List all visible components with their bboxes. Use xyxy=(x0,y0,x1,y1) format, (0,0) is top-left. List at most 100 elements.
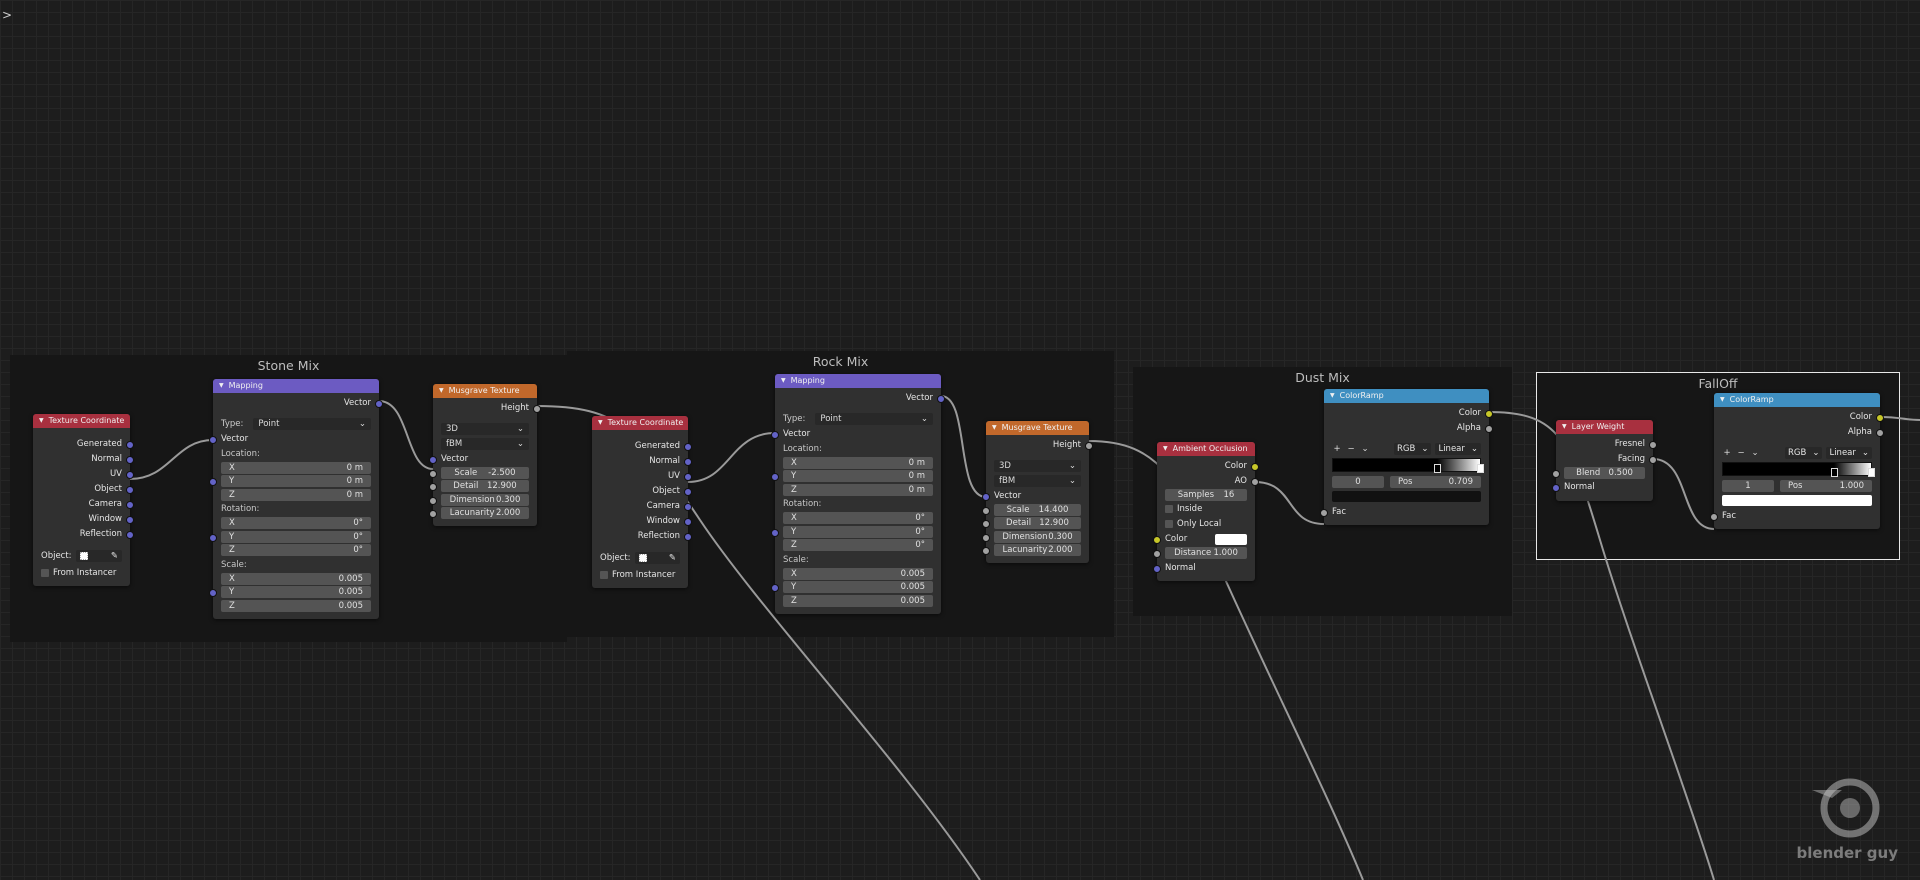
number-field[interactable]: X 0° xyxy=(783,512,933,525)
colorramp-node[interactable]: ▼ ColorRamp Color Alpha + − ⌄ RGB ⌄ Linear ⌄ 0 Pos 0.… xyxy=(1320,389,1493,525)
add-stop-button[interactable]: + xyxy=(1332,444,1342,454)
float-socket[interactable] xyxy=(982,547,990,556)
vector-socket[interactable] xyxy=(684,532,692,541)
collapse-arrow-icon[interactable]: ▼ xyxy=(992,424,997,431)
number-field[interactable]: Samples 16 xyxy=(1165,488,1247,501)
checkbox-row[interactable]: Inside xyxy=(1157,502,1255,517)
vector-socket[interactable] xyxy=(126,515,134,524)
collapse-arrow-icon[interactable]: ▼ xyxy=(1562,423,1567,430)
dropdown[interactable]: fBM ⌄ xyxy=(441,437,529,450)
vector-socket[interactable] xyxy=(126,530,134,539)
stop-index-field[interactable]: 1 xyxy=(1722,479,1774,492)
vector-socket[interactable] xyxy=(126,500,134,509)
number-field[interactable]: Lacunarity 2.000 xyxy=(994,544,1081,557)
collapse-arrow-icon[interactable]: ▼ xyxy=(1163,445,1168,452)
collapse-arrow-icon[interactable]: ▼ xyxy=(598,419,603,426)
float-socket[interactable] xyxy=(1649,440,1657,449)
float-socket[interactable] xyxy=(1153,550,1161,559)
float-socket[interactable] xyxy=(1552,469,1560,478)
checkbox[interactable] xyxy=(600,570,608,579)
vector-socket[interactable] xyxy=(126,440,134,449)
collapse-arrow-icon[interactable]: ▼ xyxy=(39,417,44,424)
number-field[interactable]: Y 0 m xyxy=(221,475,371,488)
color-socket[interactable] xyxy=(1251,462,1259,471)
color-stop-handle[interactable] xyxy=(1477,464,1484,473)
collapse-arrow-icon[interactable]: ▼ xyxy=(1720,396,1725,403)
color-socket[interactable] xyxy=(1876,413,1884,422)
number-field[interactable]: Z 0.005 xyxy=(221,599,371,612)
number-field[interactable]: Z 0.005 xyxy=(783,594,933,607)
object-field[interactable]: ✎ xyxy=(75,550,122,562)
stop-position-field[interactable]: Pos 0.709 xyxy=(1390,475,1481,488)
float-socket[interactable] xyxy=(982,506,990,515)
float-socket[interactable] xyxy=(1876,428,1884,437)
vector-socket[interactable] xyxy=(209,435,217,444)
float-socket[interactable] xyxy=(982,520,990,529)
checkbox-row[interactable]: From Instancer xyxy=(33,565,130,580)
color-swatch[interactable] xyxy=(1215,533,1247,545)
texture-coordinate-node[interactable]: ▼ Texture Coordinate Generated Normal UV Obje… xyxy=(592,416,692,588)
float-socket[interactable] xyxy=(429,510,437,519)
node-header[interactable]: ▼ Musgrave Texture xyxy=(986,421,1089,435)
ramp-menu-button[interactable]: ⌄ xyxy=(1360,444,1370,454)
remove-stop-button[interactable]: − xyxy=(1346,444,1356,454)
vector-socket[interactable] xyxy=(937,394,945,403)
ambient-occlusion-node[interactable]: ▼ Ambient Occlusion Color AO Samples 16 Inside… xyxy=(1153,442,1259,581)
stop-color-swatch[interactable] xyxy=(1332,491,1481,502)
mapping-node[interactable]: ▼ Mapping Vector Type: Point ⌄ Vector Location:… xyxy=(209,379,383,619)
number-field[interactable]: X 0 m xyxy=(783,456,933,469)
vector-socket[interactable] xyxy=(771,473,779,482)
float-socket[interactable] xyxy=(429,483,437,492)
color-mode-dropdown[interactable]: RGB ⌄ xyxy=(1394,442,1432,455)
checkbox-row[interactable]: From Instancer xyxy=(592,567,688,582)
object-field[interactable]: ✎ xyxy=(634,552,680,564)
musgrave-texture-node[interactable]: ▼ Musgrave Texture Height 3D ⌄ fBM ⌄ Vector Scal… xyxy=(429,384,541,526)
number-field[interactable]: Z 0° xyxy=(221,544,371,557)
color-socket[interactable] xyxy=(1485,409,1493,418)
number-field[interactable]: Dimension 0.300 xyxy=(441,493,529,506)
mapping-node[interactable]: ▼ Mapping Vector Type: Point ⌄ Vector Location:… xyxy=(771,374,945,614)
node-header[interactable]: ▼ Musgrave Texture xyxy=(433,384,537,398)
number-field[interactable]: X 0° xyxy=(221,517,371,530)
add-stop-button[interactable]: + xyxy=(1722,448,1732,458)
vector-socket[interactable] xyxy=(126,485,134,494)
node-header[interactable]: ▼ Mapping xyxy=(775,374,941,388)
vector-socket[interactable] xyxy=(1552,484,1560,492)
float-socket[interactable] xyxy=(1251,477,1259,486)
dropdown[interactable]: Point ⌄ xyxy=(253,417,371,430)
number-field[interactable]: Z 0° xyxy=(783,539,933,552)
interpolation-dropdown[interactable]: Linear ⌄ xyxy=(1435,442,1481,455)
vector-socket[interactable] xyxy=(771,430,779,439)
color-socket[interactable] xyxy=(1153,536,1161,544)
checkbox[interactable] xyxy=(1165,505,1173,513)
node-header[interactable]: ▼ Mapping xyxy=(213,379,379,393)
vector-socket[interactable] xyxy=(209,478,217,487)
vector-socket[interactable] xyxy=(684,517,692,526)
remove-stop-button[interactable]: − xyxy=(1736,448,1746,458)
vector-socket[interactable] xyxy=(126,455,134,464)
vector-socket[interactable] xyxy=(375,399,383,408)
vector-socket[interactable] xyxy=(684,487,692,496)
stop-color-swatch[interactable] xyxy=(1722,495,1872,506)
number-field[interactable]: X 0 m xyxy=(221,461,371,474)
float-socket[interactable] xyxy=(1649,455,1657,464)
collapse-arrow-icon[interactable]: ▼ xyxy=(219,382,224,389)
vector-socket[interactable] xyxy=(209,533,217,542)
collapse-arrow-icon[interactable]: ▼ xyxy=(439,387,444,394)
collapse-arrow-icon[interactable]: ▼ xyxy=(781,377,786,384)
checkbox-row[interactable]: Only Local xyxy=(1157,517,1255,532)
vector-socket[interactable] xyxy=(771,584,779,593)
color-gradient[interactable] xyxy=(1722,462,1875,477)
vector-socket[interactable] xyxy=(982,492,990,501)
vector-socket[interactable] xyxy=(684,472,692,481)
colorramp-node[interactable]: ▼ ColorRamp Color Alpha + − ⌄ RGB ⌄ Linear ⌄ 1 Pos 1.… xyxy=(1710,393,1884,529)
eyedropper-icon[interactable]: ✎ xyxy=(669,553,676,563)
float-socket[interactable] xyxy=(1320,508,1328,517)
vector-socket[interactable] xyxy=(209,589,217,598)
float-socket[interactable] xyxy=(1085,441,1093,450)
number-field[interactable]: Scale -2.500 xyxy=(441,466,529,479)
number-field[interactable]: Y 0.005 xyxy=(783,581,933,594)
stop-position-field[interactable]: Pos 1.000 xyxy=(1780,479,1872,492)
number-field[interactable]: Z 0 m xyxy=(221,488,371,501)
number-field[interactable]: Distance 1.000 xyxy=(1165,547,1247,560)
